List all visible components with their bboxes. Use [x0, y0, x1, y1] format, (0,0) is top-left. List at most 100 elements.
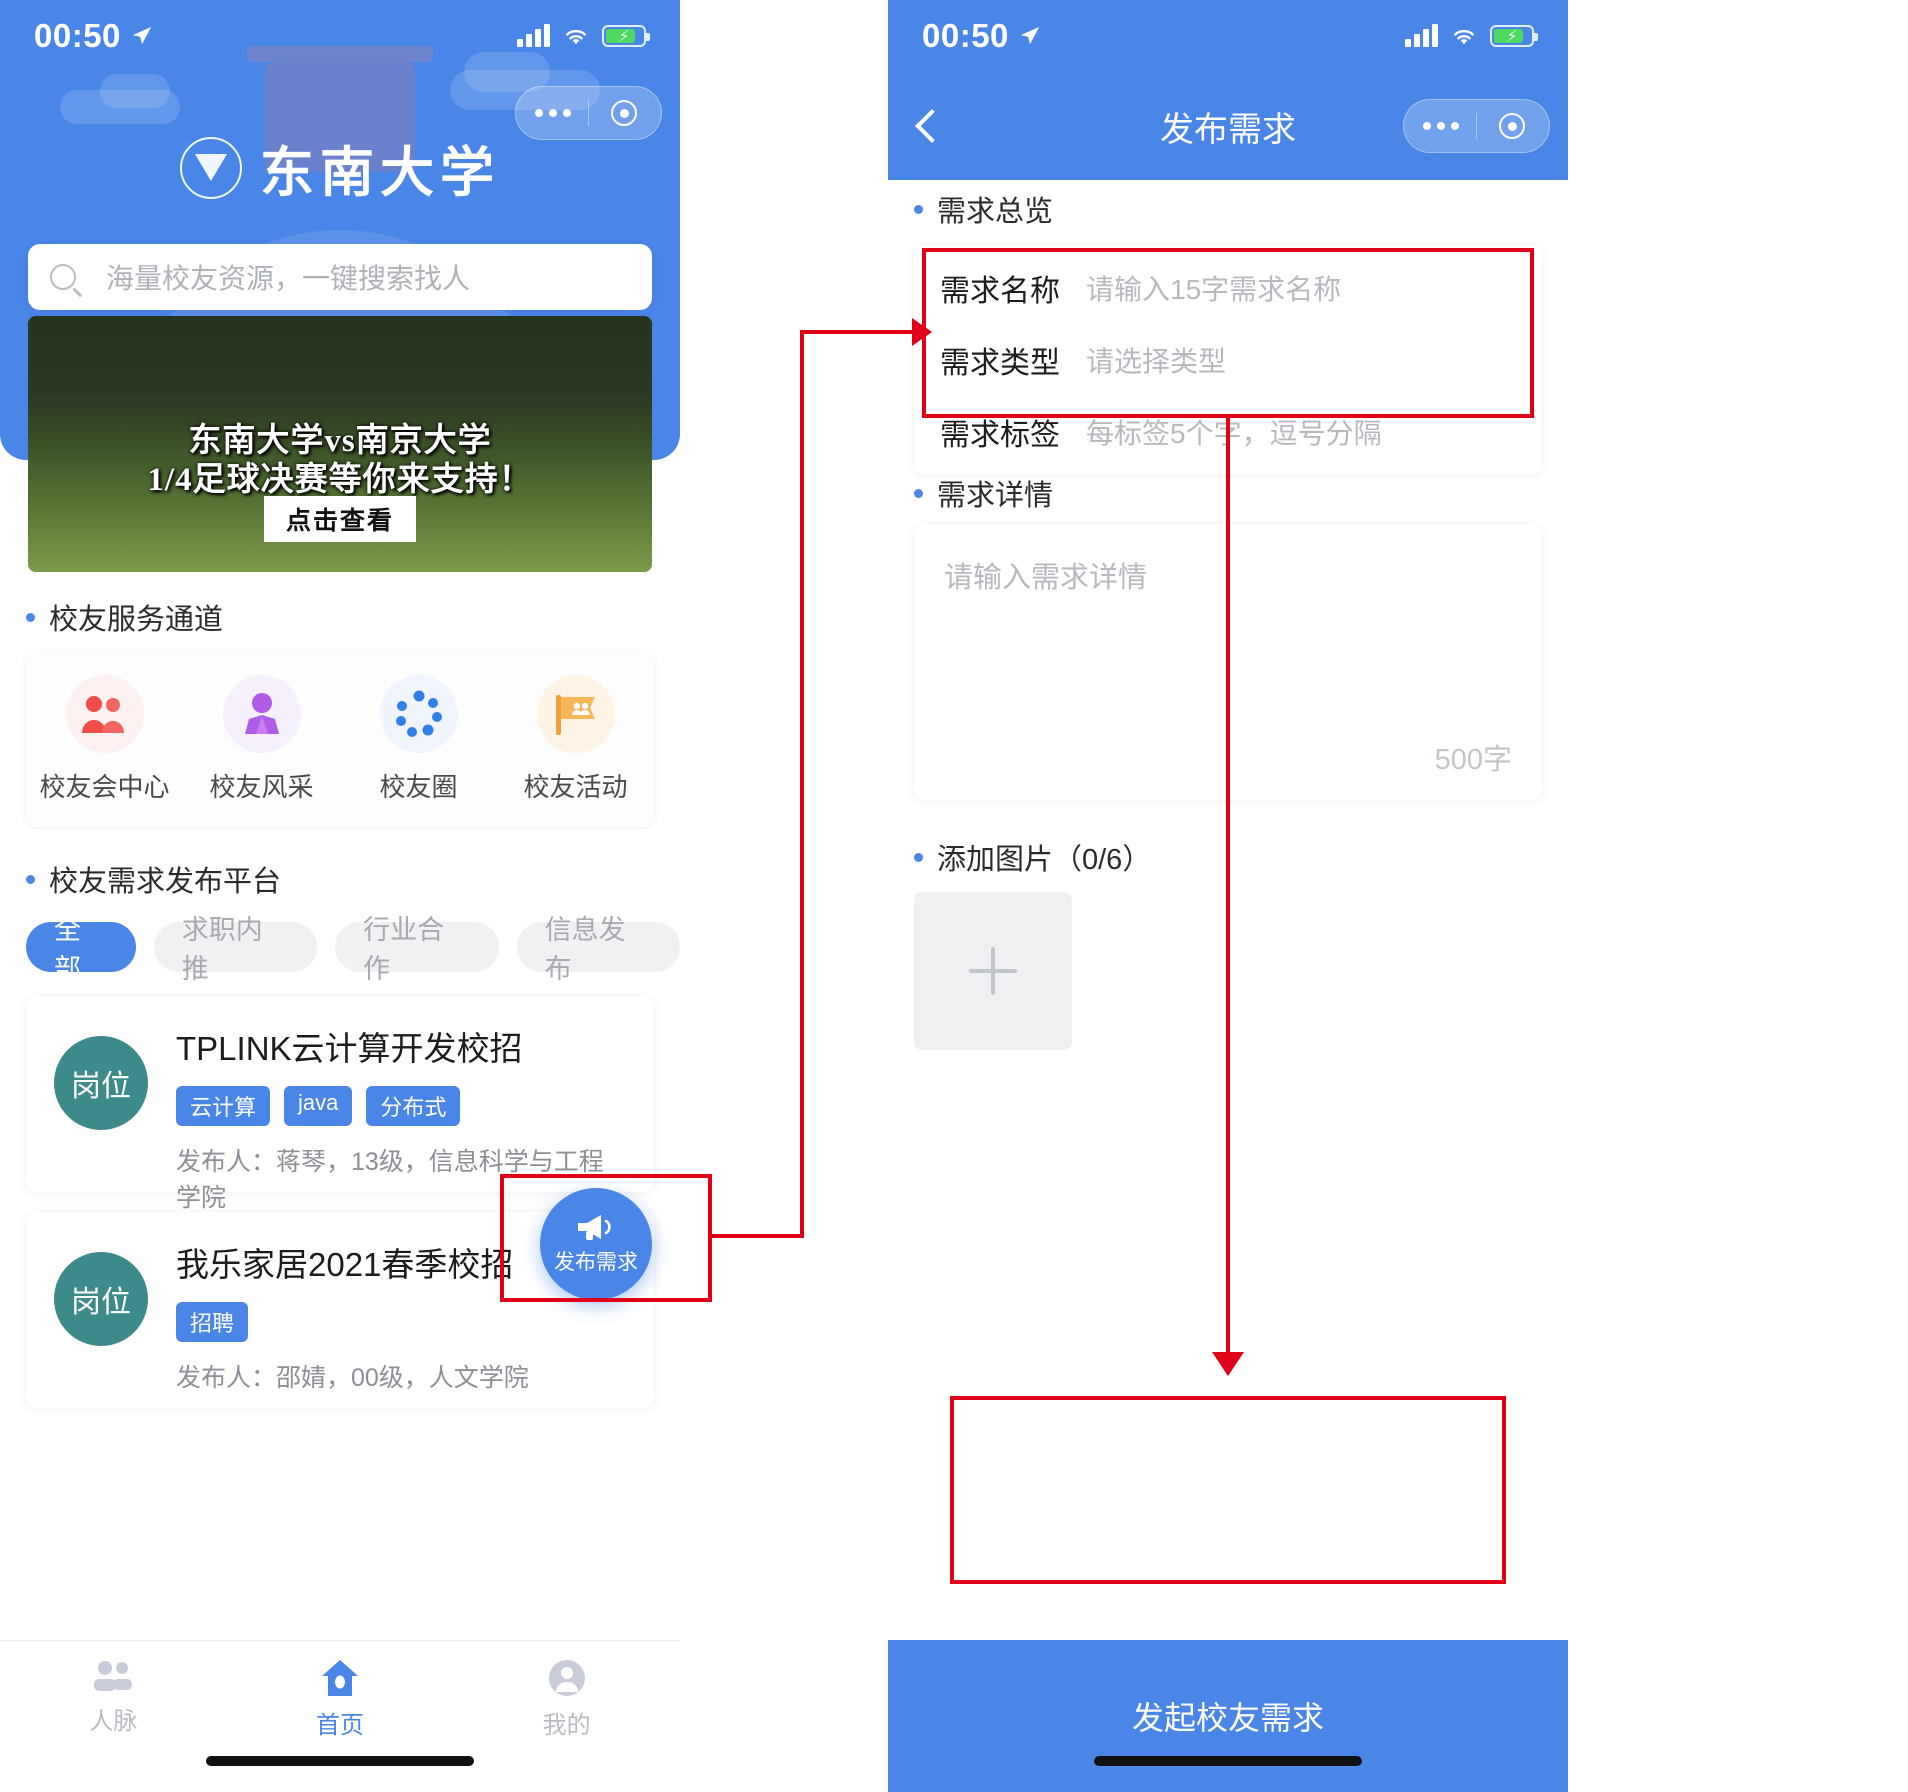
filter-tab-info[interactable]: 信息发布	[516, 915, 680, 984]
card-publisher: 发布人：邵婧，00级，人文学院	[176, 1364, 529, 1392]
service-item-label: 校友活动	[523, 772, 628, 802]
miniprogram-capsule[interactable]	[1403, 99, 1550, 153]
status-bar: 00:50 ⚡	[0, 0, 680, 72]
bullet-icon	[26, 612, 35, 622]
tab-label: 首页	[316, 1712, 364, 1739]
images-section-title: 添加图片（0/6）	[914, 836, 1151, 878]
miniprogram-capsule[interactable]	[515, 86, 662, 140]
flag-people-icon	[536, 675, 615, 753]
status-indicators: ⚡	[517, 24, 650, 47]
service-item-alumni-events[interactable]: 校友活动	[497, 675, 654, 804]
card-tags: 云计算 java 分布式	[176, 1086, 626, 1126]
bullet-icon	[914, 488, 923, 498]
location-arrow-icon	[1020, 26, 1040, 45]
field-label: 需求名称	[940, 275, 1060, 308]
filter-tab-all[interactable]: 全部	[26, 915, 136, 984]
tab-profile[interactable]: 我的	[453, 1659, 680, 1740]
search-bar-wrapper: 海量校友资源，一键搜索找人	[28, 244, 652, 310]
banner-cta-button[interactable]: 点击查看	[263, 496, 417, 542]
field-placeholder: 请输入15字需求名称	[1086, 274, 1342, 305]
promo-banner[interactable]: 东南大学vs南京大学 1/4足球决赛等你来支持！ 点击查看	[28, 316, 652, 572]
detail-section-title: 需求详情	[914, 472, 1053, 514]
field-placeholder: 每标签5个字，逗号分隔	[1086, 418, 1382, 449]
card-tag: 分布式	[366, 1086, 461, 1126]
images-section-label: 添加图片（0/6）	[937, 844, 1152, 876]
fab-to-form-arrow-head	[912, 318, 932, 346]
fab-to-form-arrow-segment	[712, 1234, 804, 1238]
wifi-icon	[1453, 29, 1475, 45]
field-demand-type[interactable]: 需求类型 请选择类型	[914, 324, 1542, 396]
bottom-tab-bar: 人脉 首页 我的	[0, 1640, 680, 1792]
card-tag: java	[284, 1086, 353, 1126]
service-item-alumni-profile[interactable]: 校友风采	[183, 675, 340, 804]
filter-tab-industry[interactable]: 行业合作	[335, 915, 499, 984]
tab-contacts[interactable]: 人脉	[0, 1659, 227, 1736]
overview-section-label: 需求总览	[937, 196, 1054, 228]
card-badge-avatar: 岗位	[54, 1036, 148, 1130]
status-bar: 00:50 ⚡	[888, 0, 1568, 72]
tab-label: 我的	[542, 1712, 591, 1739]
dotted-circle-icon	[379, 675, 458, 753]
cloud-decoration	[100, 74, 170, 108]
service-item-alumni-circle[interactable]: 校友圈	[340, 675, 497, 804]
service-item-alumni-center[interactable]: 校友会中心	[26, 675, 183, 804]
fab-to-form-arrow-segment	[800, 330, 918, 334]
service-item-label: 校友会中心	[39, 772, 170, 802]
battery-charging-icon: ⚡	[1490, 25, 1538, 47]
target-circle-icon[interactable]	[1481, 104, 1543, 148]
status-time: 00:50	[34, 17, 121, 54]
char-counter: 500字	[1434, 744, 1512, 776]
search-placeholder: 海量校友资源，一键搜索找人	[106, 263, 471, 294]
signal-bars-icon	[1405, 24, 1438, 47]
target-circle-icon[interactable]	[593, 91, 655, 135]
demand-card[interactable]: 岗位 TPLINK云计算开发校招 云计算 java 分布式 发布人：蒋琴，13级…	[26, 996, 654, 1212]
user-icon	[548, 1660, 585, 1696]
filter-tab-referral[interactable]: 求职内推	[153, 915, 318, 984]
banner-headline-line2: 1/4足球决赛等你来支持！	[147, 461, 533, 498]
more-dots-icon[interactable]	[1410, 104, 1472, 148]
home-icon	[322, 1660, 358, 1696]
card-tags: 招聘	[176, 1302, 626, 1342]
submit-label: 发起校友需求	[1131, 1700, 1324, 1736]
tab-home[interactable]: 首页	[227, 1659, 454, 1740]
field-label: 需求类型	[940, 347, 1060, 380]
status-indicators: ⚡	[1405, 24, 1538, 47]
textarea-placeholder: 请输入需求详情	[944, 562, 1148, 594]
tab-label: 人脉	[89, 1708, 138, 1735]
capsule-divider	[588, 100, 589, 126]
service-item-label: 校友风采	[209, 772, 314, 802]
banner-headline-line1: 东南大学vs南京大学	[188, 423, 492, 459]
card-tag: 云计算	[176, 1086, 271, 1126]
search-icon	[50, 264, 76, 290]
banner-headline: 东南大学vs南京大学 1/4足球决赛等你来支持！	[28, 422, 652, 500]
megaphone-icon	[578, 1215, 611, 1240]
platform-section-title: 校友需求发布平台	[26, 858, 281, 900]
card-badge-avatar: 岗位	[54, 1252, 148, 1346]
brand-name: 东南大学	[260, 143, 500, 203]
form-to-submit-arrow-segment	[1226, 418, 1230, 1356]
left-phone-screen: 00:50 ⚡ 东南大学 海量校友资源，一键搜索找人 东南大学vs南京大学 1/…	[0, 0, 680, 1792]
field-demand-name[interactable]: 需求名称 请输入15字需求名称	[914, 252, 1542, 324]
publish-demand-fab[interactable]: 发布需求	[540, 1188, 652, 1300]
home-indicator	[206, 1756, 474, 1766]
status-time: 00:50	[922, 17, 1009, 54]
more-dots-icon[interactable]	[522, 91, 584, 135]
service-item-label: 校友圈	[379, 772, 458, 802]
submit-demand-button[interactable]: 发起校友需求	[888, 1640, 1568, 1792]
people-group-icon	[65, 675, 144, 753]
add-image-button[interactable]	[914, 892, 1072, 1050]
wifi-icon	[565, 29, 587, 45]
location-arrow-icon	[132, 26, 152, 45]
fab-to-form-arrow-segment	[800, 334, 804, 1238]
search-input[interactable]: 海量校友资源，一键搜索找人	[28, 244, 652, 310]
bullet-icon	[914, 852, 923, 862]
service-section-label: 校友服务通道	[49, 604, 224, 636]
platform-section-label: 校友需求发布平台	[49, 866, 282, 898]
right-header-area: 00:50 ⚡ 发布需求	[888, 0, 1568, 180]
signal-bars-icon	[517, 24, 550, 47]
person-suit-icon	[222, 675, 301, 753]
status-time-group: 00:50	[34, 17, 153, 55]
home-indicator	[1094, 1756, 1362, 1766]
seu-crest-icon	[180, 136, 242, 199]
form-to-submit-arrow-head	[1212, 1352, 1244, 1376]
